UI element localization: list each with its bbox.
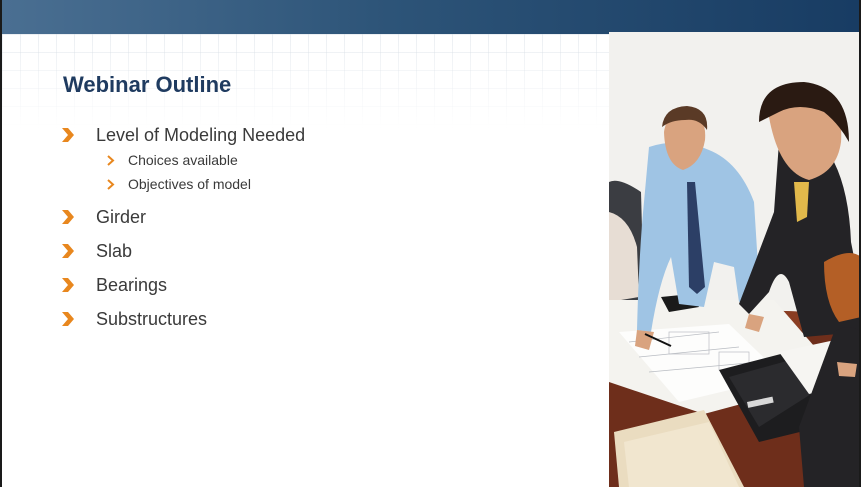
slide-title: Webinar Outline [63,72,232,97]
bullet-label: Bearings [96,274,168,295]
bullet-label: Level of Modeling Needed [96,124,306,145]
sub-bullet-label: Objectives of model [128,176,251,192]
bullet-item: Slab [62,234,305,268]
sub-bullet-label: Choices available [128,152,238,168]
bullet-item: Level of Modeling Needed [62,118,305,152]
bullet-item: Bearings [62,268,305,302]
bullet-label: Girder [96,206,147,227]
bullet-item: Girder [62,200,305,234]
bullet-list: Level of Modeling Needed Choices availab… [62,118,305,336]
team-meeting-photo: 9 [609,32,859,487]
chevron-right-icon [107,154,115,166]
bullet-label: Slab [96,240,133,261]
chevron-right-icon [107,178,115,190]
chevron-right-icon [62,244,74,258]
sub-bullet-item: Objectives of model [62,172,305,196]
chevron-right-icon [62,128,74,142]
chevron-right-icon [62,278,74,292]
sub-bullet-item: Choices available [62,148,305,172]
bullet-label: Substructures [96,308,208,329]
slide: Webinar Outline Level of Modeling Needed… [0,0,861,487]
chevron-right-icon [62,210,74,224]
bullet-item: Substructures [62,302,305,336]
header-bar [2,0,859,34]
chevron-right-icon [62,312,74,326]
